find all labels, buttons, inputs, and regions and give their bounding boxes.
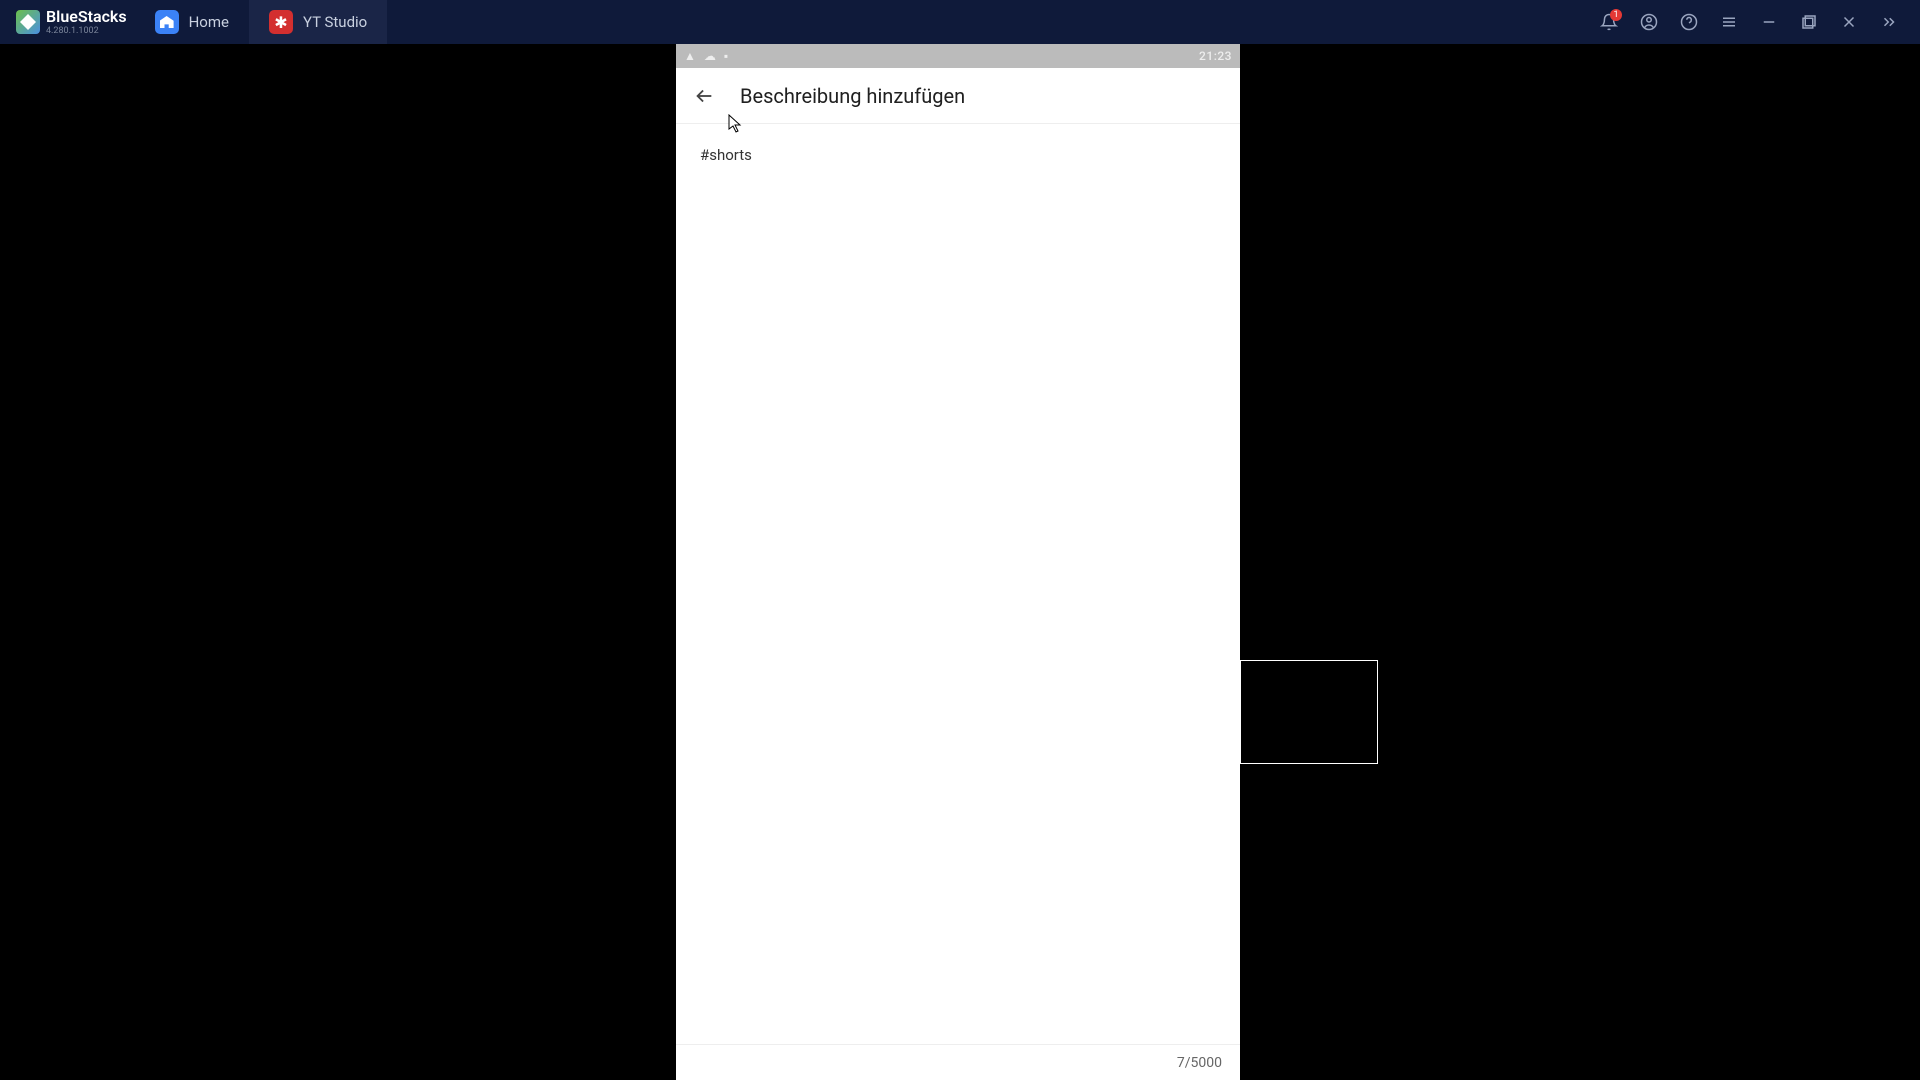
character-counter: 7/5000 <box>676 1044 1240 1080</box>
account-button[interactable] <box>1638 11 1660 33</box>
home-icon <box>155 10 179 34</box>
back-button[interactable] <box>692 84 716 108</box>
emulator-stage: ▲ ☁ ▪ 21:23 Beschreibung hinzufügen 7/50… <box>0 44 1920 1080</box>
cloud-icon: ☁ <box>704 49 716 63</box>
tab-home-label: Home <box>189 13 229 31</box>
warning-icon: ▲ <box>684 49 696 63</box>
square-icon: ▪ <box>724 49 728 63</box>
description-area <box>676 124 1240 1044</box>
notifications-button[interactable]: 1 <box>1598 11 1620 33</box>
tab-ytstudio[interactable]: YT Studio <box>249 0 387 44</box>
bluestacks-version: 4.280.1.1002 <box>46 27 127 36</box>
bluestacks-logo-icon <box>16 10 40 34</box>
tab-home[interactable]: Home <box>135 0 249 44</box>
minimize-button[interactable] <box>1758 11 1780 33</box>
bluestacks-logo: BlueStacks 4.280.1.1002 <box>8 9 135 36</box>
page-title: Beschreibung hinzufügen <box>740 84 965 108</box>
overlay-rectangle <box>1240 660 1378 764</box>
android-status-bar: ▲ ☁ ▪ 21:23 <box>676 44 1240 68</box>
status-left-icons: ▲ ☁ ▪ <box>684 49 728 63</box>
maximize-button[interactable] <box>1798 11 1820 33</box>
ytstudio-icon <box>269 10 293 34</box>
expand-sidebar-button[interactable] <box>1878 11 1900 33</box>
app-header: Beschreibung hinzufügen <box>676 68 1240 124</box>
bluestacks-titlebar: BlueStacks 4.280.1.1002 Home YT Studio 1 <box>0 0 1920 44</box>
android-phone-window: ▲ ☁ ▪ 21:23 Beschreibung hinzufügen 7/50… <box>676 44 1240 1080</box>
notification-badge: 1 <box>1610 9 1622 21</box>
close-button[interactable] <box>1838 11 1860 33</box>
status-clock: 21:23 <box>1199 49 1232 63</box>
description-input[interactable] <box>676 124 1240 1044</box>
menu-button[interactable] <box>1718 11 1740 33</box>
tab-ytstudio-label: YT Studio <box>303 13 367 31</box>
bluestacks-logo-text: BlueStacks <box>46 9 127 25</box>
help-button[interactable] <box>1678 11 1700 33</box>
